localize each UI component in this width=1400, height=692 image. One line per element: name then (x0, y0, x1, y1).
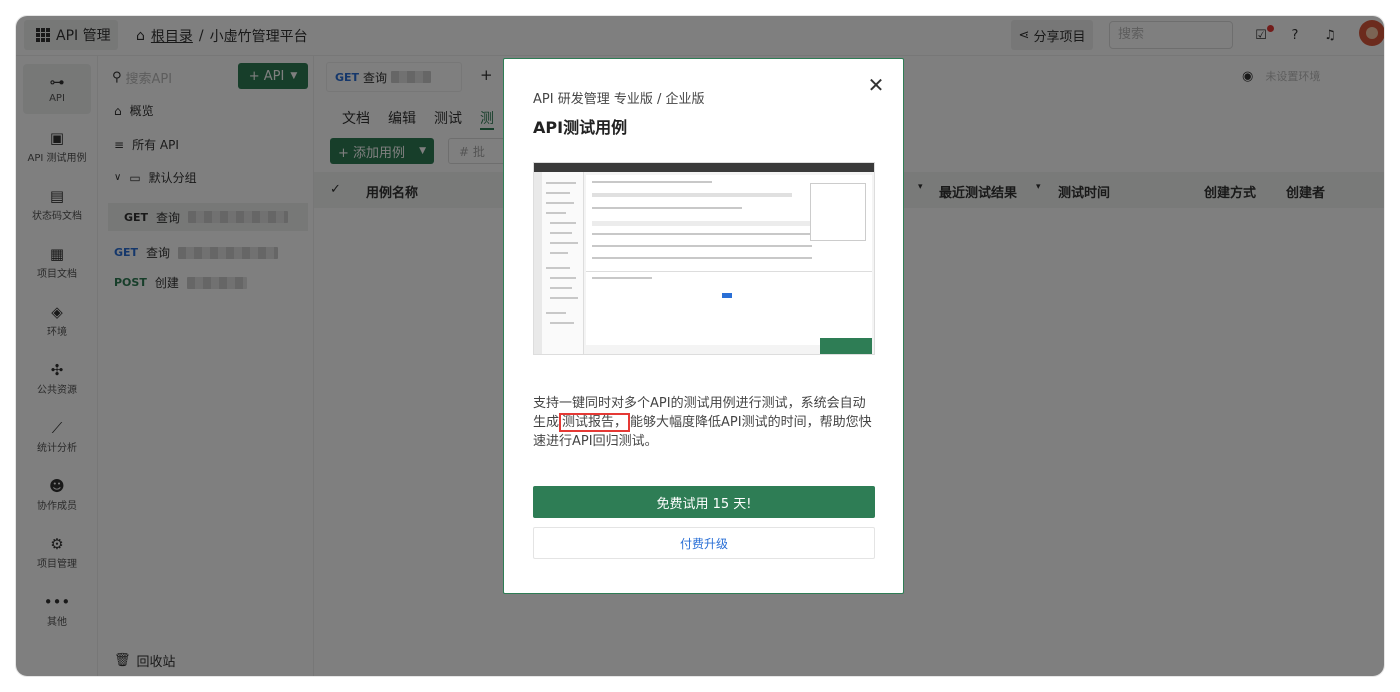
modal-subtitle: API 研发管理 专业版 / 企业版 (533, 92, 705, 107)
modal-title: API测试用例 (533, 118, 628, 137)
paid-upgrade-button[interactable]: 付费升级 (533, 527, 875, 559)
feature-preview-image (533, 162, 875, 355)
modal-description: 支持一键同时对多个API的测试用例进行测试，系统会自动生成 测试报告， 能够大幅度降… (533, 394, 877, 451)
highlighted-text: 测试报告， (559, 413, 631, 432)
upgrade-modal: API 研发管理 专业版 / 企业版 API测试用例 ✕ 支持一键同时对多个AP… (503, 58, 904, 594)
free-trial-button[interactable]: 免费试用 15 天! (533, 486, 875, 518)
app-window: API 管理 ⌂ 根目录 / 小虚竹管理平台 ⋖ 分享项目 搜索 ☑ ? ♫ ⊶… (15, 15, 1385, 677)
close-icon[interactable]: ✕ (866, 73, 886, 97)
